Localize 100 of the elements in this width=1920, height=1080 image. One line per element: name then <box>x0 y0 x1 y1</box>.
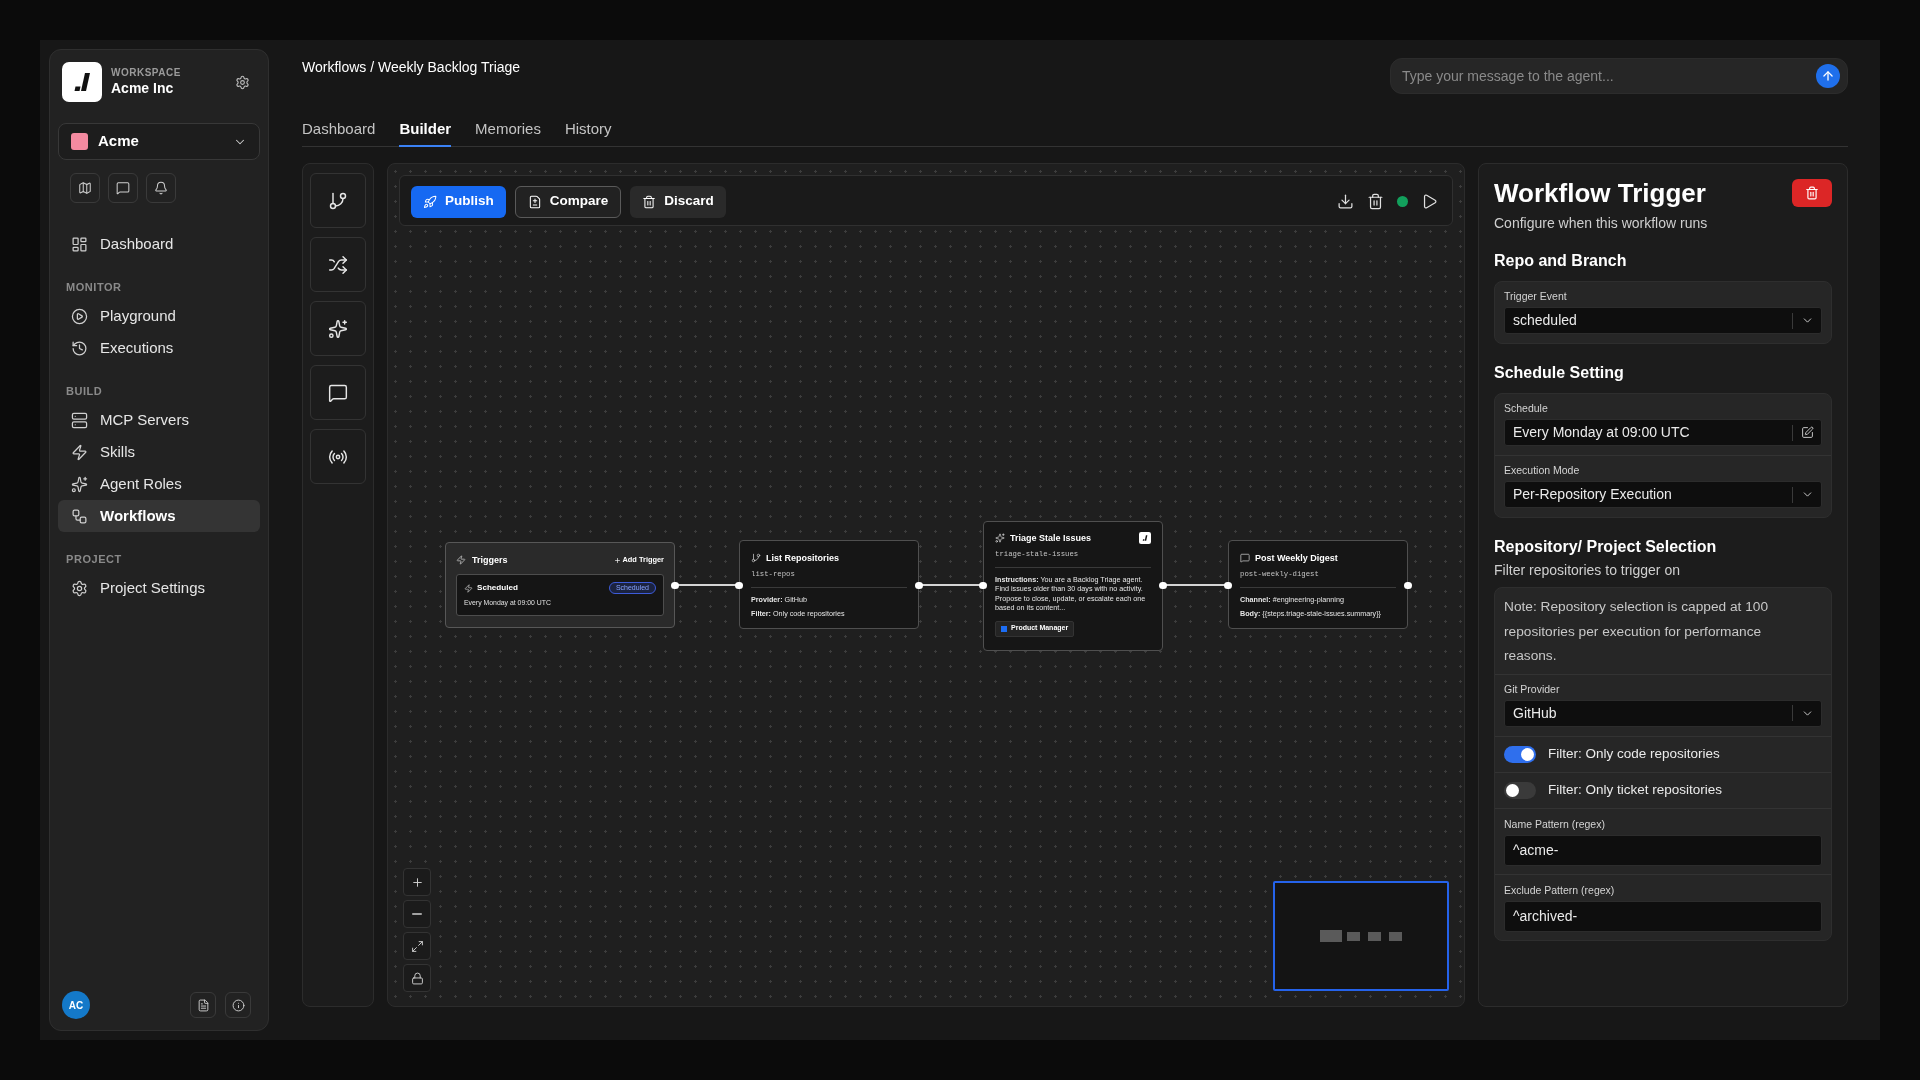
agent-node[interactable] <box>983 521 1163 651</box>
node-title: Triggers <box>472 554 508 566</box>
section-title: Repository/ Project Selection <box>1494 537 1718 557</box>
minus-icon <box>412 913 422 915</box>
toggle-switch[interactable] <box>1504 781 1536 799</box>
map-button[interactable] <box>70 173 100 203</box>
select-field[interactable]: scheduled <box>1504 307 1822 334</box>
sparkles-icon <box>71 475 88 493</box>
arrow-up-icon <box>1821 69 1835 83</box>
text-input[interactable]: ^acme- <box>1504 834 1822 866</box>
message-icon <box>116 181 130 195</box>
settings-icon[interactable] <box>235 74 250 90</box>
palette-button[interactable] <box>310 429 366 484</box>
nav-item[interactable]: Playground <box>58 300 260 332</box>
nav-section-label: MONITOR <box>65 280 123 295</box>
lightning-icon <box>71 443 88 461</box>
logo-icon <box>1139 532 1151 544</box>
minimap[interactable] <box>1273 881 1449 991</box>
tab[interactable]: Builder <box>399 110 452 147</box>
send-button[interactable] <box>1816 64 1840 88</box>
lightning-icon <box>464 583 473 593</box>
zoom-out-button[interactable] <box>403 900 431 928</box>
nav-section-label: PROJECT <box>65 552 123 567</box>
info-button[interactable] <box>225 992 251 1018</box>
nav-item[interactable]: Workflows <box>58 500 260 532</box>
palette-button[interactable] <box>310 301 366 356</box>
toggle-label: Filter: Only code repositories <box>1548 744 1720 763</box>
note-text: Note: Repository selection is capped at 100 repositories per execution for performance reasons. <box>1503 598 1770 665</box>
text-input[interactable]: ^archived- <box>1504 900 1822 932</box>
nav-item[interactable]: Agent Roles <box>58 468 260 500</box>
palette-button[interactable] <box>310 365 366 420</box>
publish-button[interactable]: Publish <box>411 185 506 218</box>
shuffle-icon <box>328 254 348 275</box>
play-icon[interactable] <box>1421 193 1438 210</box>
section-subtitle: Filter repositories to trigger on <box>1494 561 1681 580</box>
download-icon[interactable] <box>1337 193 1354 210</box>
edit-icon[interactable] <box>1801 426 1814 439</box>
connection-handle[interactable] <box>979 582 987 589</box>
chat-button[interactable] <box>108 173 138 203</box>
fit-view-button[interactable] <box>403 932 431 960</box>
tab[interactable]: Memories <box>475 110 541 147</box>
nav-item[interactable]: Skills <box>58 436 260 468</box>
settings-icon <box>71 579 88 597</box>
panel-subtitle: Configure when this workflow runs <box>1494 214 1709 233</box>
panel-title: Workflow Trigger <box>1494 178 1706 208</box>
section-title: Schedule Setting <box>1494 363 1625 383</box>
field-label: Execution Mode <box>1504 463 1581 477</box>
workflow-icon <box>71 507 88 525</box>
connection-handle[interactable] <box>735 582 743 589</box>
nav-item[interactable]: Project Settings <box>58 572 260 604</box>
rocket-icon <box>423 194 437 209</box>
node-title: Triage Stale Issues <box>1010 532 1092 544</box>
connection-handle[interactable] <box>1159 582 1167 589</box>
connection-handle[interactable] <box>671 582 679 589</box>
info-icon <box>231 998 245 1012</box>
lock-button[interactable] <box>403 964 431 992</box>
palette-button[interactable] <box>310 173 366 228</box>
lock-icon <box>410 971 424 985</box>
select-field[interactable]: Per-Repository Execution <box>1504 481 1822 508</box>
history-icon <box>71 339 88 357</box>
workspace-label: WORKSPACE <box>111 67 181 79</box>
plus-icon <box>410 875 424 889</box>
document-icon <box>196 998 210 1012</box>
toggle-switch[interactable] <box>1504 745 1536 763</box>
server-icon <box>71 411 88 429</box>
branch-icon <box>328 190 348 211</box>
notifications-button[interactable] <box>146 173 176 203</box>
tab[interactable]: History <box>564 110 612 147</box>
docs-button[interactable] <box>190 992 216 1018</box>
schedule-field[interactable]: Every Monday at 09:00 UTC <box>1504 419 1822 446</box>
dashboard-icon <box>71 235 88 253</box>
section-title: Repo and Branch <box>1494 251 1628 271</box>
connection-handle[interactable] <box>915 582 923 589</box>
nav-item[interactable]: MCP Servers <box>58 404 260 436</box>
compare-button[interactable]: Compare <box>514 185 622 218</box>
message-icon <box>328 382 348 403</box>
bell-icon <box>154 181 168 195</box>
message-icon <box>1240 553 1250 563</box>
message-input[interactable]: Type your message to the agent... <box>1402 65 1808 87</box>
connection-handle[interactable] <box>1224 582 1232 589</box>
role-square-icon <box>1001 625 1007 632</box>
nav-item[interactable]: Executions <box>58 332 260 364</box>
branch-icon <box>751 553 761 563</box>
tab[interactable]: Dashboard <box>302 110 376 147</box>
connection-handle[interactable] <box>1404 582 1412 589</box>
select-field[interactable]: GitHub <box>1504 699 1822 727</box>
nav-item[interactable]: Dashboard <box>58 228 260 260</box>
breadcrumb: Workflows / Weekly Backlog Triage <box>302 59 521 75</box>
sparkles-icon <box>328 318 348 339</box>
palette-button[interactable] <box>310 237 366 292</box>
chat-input-bar[interactable]: Type your message to the agent... <box>1390 58 1848 94</box>
delete-button[interactable] <box>1792 179 1832 207</box>
trash-icon[interactable] <box>1367 193 1384 210</box>
discard-button[interactable]: Discard <box>630 185 726 218</box>
zoom-in-button[interactable] <box>403 868 431 896</box>
project-selector[interactable]: Acme <box>58 123 260 160</box>
user-avatar[interactable]: AC <box>62 991 90 1019</box>
node-title: Post Weekly Digest <box>1255 552 1338 564</box>
file-diff-icon <box>527 194 542 209</box>
project-swatch-icon <box>71 133 88 150</box>
